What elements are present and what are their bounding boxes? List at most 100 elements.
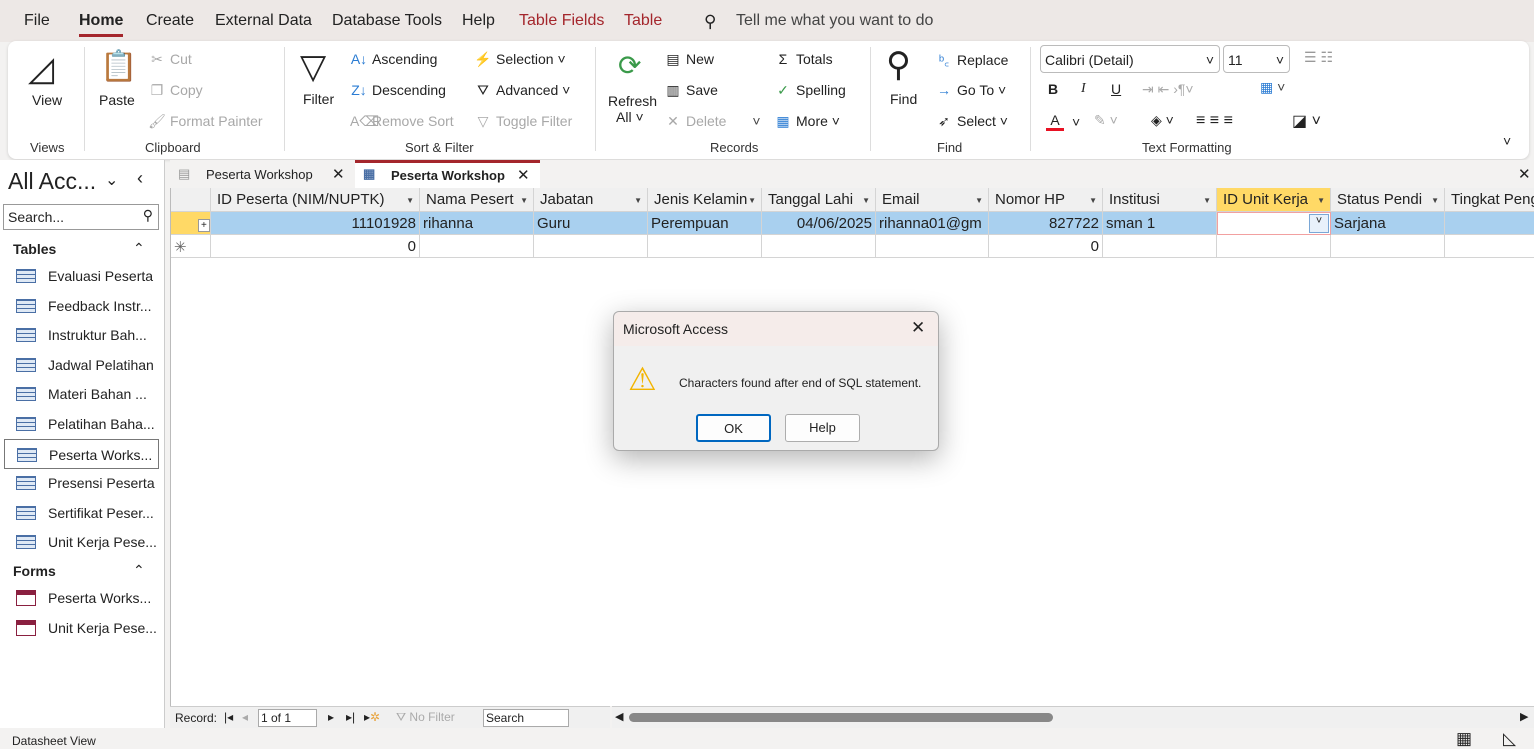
descending-button[interactable]: Z↓ Descending	[350, 82, 446, 98]
filter-button[interactable]: Filter	[303, 91, 334, 107]
new-row-cell[interactable]	[1445, 235, 1534, 258]
table-cell[interactable]	[1445, 212, 1534, 235]
column-header[interactable]: Jenis Kelamin ▼	[648, 188, 762, 212]
forms-header[interactable]: Forms	[13, 563, 56, 579]
totals-button[interactable]: Σ Totals	[774, 51, 833, 67]
datasheet-view-icon[interactable]: ▦	[1456, 729, 1472, 749]
column-header[interactable]: ID Peserta (NIM/NUPTK) ▼	[211, 188, 420, 212]
scrollbar-thumb[interactable]	[629, 713, 1053, 722]
bullets-icon[interactable]: ☰ ☷	[1304, 49, 1333, 66]
tab-file[interactable]: File	[24, 12, 50, 30]
column-header[interactable]: Tanggal Lahi ▼	[762, 188, 876, 212]
table-cell[interactable]: sman 1	[1103, 212, 1217, 235]
toggle-filter-button[interactable]: ▽ Toggle Filter	[474, 113, 573, 130]
tab-home[interactable]: Home	[79, 12, 124, 37]
design-view-icon[interactable]: ◺	[1503, 729, 1516, 749]
table-cell[interactable]: Perempuan	[648, 212, 762, 235]
column-header[interactable]: ID Unit Kerja ▼	[1217, 188, 1331, 212]
tab-peserta-workshop-form[interactable]: ▤ Peserta Workshop ✕	[170, 160, 354, 188]
tab-create[interactable]: Create	[146, 12, 194, 30]
row-selector[interactable]: +	[171, 212, 211, 235]
dropdown-arrow-icon[interactable]: ▼	[1089, 196, 1097, 205]
ascending-button[interactable]: A↓ Ascending	[350, 51, 438, 67]
help-button[interactable]: Help	[785, 414, 860, 442]
close-document-icon[interactable]: ✕	[1518, 165, 1531, 183]
nav-table-item[interactable]: Instruktur Bah...	[4, 320, 159, 350]
advanced-button[interactable]: ⛛ Advanced ˅	[474, 82, 570, 99]
scroll-left-icon[interactable]: ◀	[615, 710, 623, 723]
font-size-select[interactable]: 11 ˅	[1223, 45, 1290, 73]
tables-header[interactable]: Tables	[13, 241, 56, 257]
combo-dropdown-icon[interactable]: ˅	[1309, 214, 1329, 233]
first-record-button[interactable]: |◂	[224, 710, 233, 724]
close-icon[interactable]: ✕	[911, 318, 925, 338]
new-row-cell[interactable]	[876, 235, 989, 258]
selection-button[interactable]: ⚡ Selection ˅	[474, 51, 565, 68]
dropdown-arrow-icon[interactable]: ▼	[1203, 196, 1211, 205]
new-row-cell[interactable]	[1331, 235, 1445, 258]
new-record-button[interactable]: ▤ New	[664, 51, 714, 68]
bold-button[interactable]: B	[1048, 81, 1058, 97]
replace-button[interactable]: ᵇ꜀ Replace	[935, 51, 1008, 70]
nav-table-item[interactable]: Peserta Works...	[4, 438, 159, 469]
tab-external-data[interactable]: External Data	[215, 12, 312, 30]
paste-button[interactable]: Paste	[99, 92, 135, 108]
collapse-ribbon-icon[interactable]: ˅	[1503, 133, 1511, 149]
font-color-button[interactable]: A	[1046, 112, 1064, 131]
column-header[interactable]: Jabatan ▼	[534, 188, 648, 212]
nav-table-item[interactable]: Sertifikat Peser...	[4, 498, 159, 528]
chevron-up-icon[interactable]: ⌃	[133, 240, 145, 257]
select-button[interactable]: ➶ Select ˅	[935, 113, 1008, 130]
new-row-cell[interactable]	[762, 235, 876, 258]
dropdown-arrow-icon[interactable]: ▼	[406, 196, 414, 205]
copy-button[interactable]: ❐ Copy	[148, 82, 203, 99]
table-cell[interactable]: 04/06/2025	[762, 212, 876, 235]
table-cell[interactable]: 827722	[989, 212, 1103, 235]
select-all-corner[interactable]	[171, 188, 211, 212]
id-unit-kerja-combo[interactable]: ˅	[1217, 212, 1331, 235]
column-header[interactable]: Status Pendi ▼	[1331, 188, 1445, 212]
goto-button[interactable]: → Go To ˅	[935, 82, 1006, 98]
tab-table[interactable]: Table	[624, 12, 662, 30]
dropdown-arrow-icon[interactable]: ▼	[748, 196, 756, 205]
collapse-nav-icon[interactable]: ‹	[137, 168, 143, 189]
dropdown-arrow-icon[interactable]: ▼	[862, 196, 870, 205]
find-button[interactable]: Find	[890, 91, 917, 107]
scroll-right-icon[interactable]: ▶	[1520, 710, 1528, 723]
nav-search-input[interactable]: Search... ⚲	[3, 204, 159, 230]
underline-button[interactable]: U	[1111, 81, 1121, 97]
table-cell[interactable]: Guru	[534, 212, 648, 235]
nav-table-item[interactable]: Unit Kerja Pese...	[4, 527, 159, 557]
chevron-up-icon[interactable]: ⌃	[133, 562, 145, 579]
column-header[interactable]: Nomor HP ▼	[989, 188, 1103, 212]
more-button[interactable]: ▦ More ˅	[774, 113, 840, 130]
table-cell[interactable]: rihanna	[420, 212, 534, 235]
nav-table-item[interactable]: Jadwal Pelatihan	[4, 350, 159, 380]
align-buttons[interactable]: ≡ ≡ ≡	[1196, 112, 1233, 130]
record-search-input[interactable]: Search	[483, 709, 569, 727]
nav-menu-icon[interactable]: ⌄	[105, 170, 118, 190]
font-name-select[interactable]: Calibri (Detail) ˅	[1040, 45, 1220, 73]
save-record-button[interactable]: ▥ Save	[664, 82, 718, 99]
tab-help[interactable]: Help	[462, 12, 495, 30]
table-cell[interactable]: rihanna01@gm	[876, 212, 989, 235]
new-row-cell[interactable]	[534, 235, 648, 258]
nav-table-item[interactable]: Feedback Instr...	[4, 291, 159, 321]
cut-button[interactable]: ✂ Cut	[148, 51, 192, 68]
ok-button[interactable]: OK	[696, 414, 771, 442]
nav-table-item[interactable]: Evaluasi Peserta	[4, 261, 159, 291]
tell-me-input[interactable]: Tell me what you want to do	[736, 12, 933, 30]
nav-table-item[interactable]: Presensi Peserta	[4, 468, 159, 498]
close-icon[interactable]: ✕	[332, 165, 345, 183]
new-row-cell[interactable]	[1103, 235, 1217, 258]
new-row-cell[interactable]: 0	[989, 235, 1103, 258]
last-record-button[interactable]: ▸|	[346, 710, 355, 724]
tab-database-tools[interactable]: Database Tools	[332, 12, 442, 30]
dropdown-arrow-icon[interactable]: ▼	[634, 196, 642, 205]
new-row-cell[interactable]	[420, 235, 534, 258]
new-row-cell[interactable]: 0	[211, 235, 420, 258]
dropdown-arrow-icon[interactable]: ▼	[1317, 196, 1325, 205]
new-row-cell[interactable]	[648, 235, 762, 258]
new-row-cell[interactable]	[1217, 235, 1331, 258]
column-header[interactable]: Tingkat Peng▼	[1445, 188, 1534, 212]
